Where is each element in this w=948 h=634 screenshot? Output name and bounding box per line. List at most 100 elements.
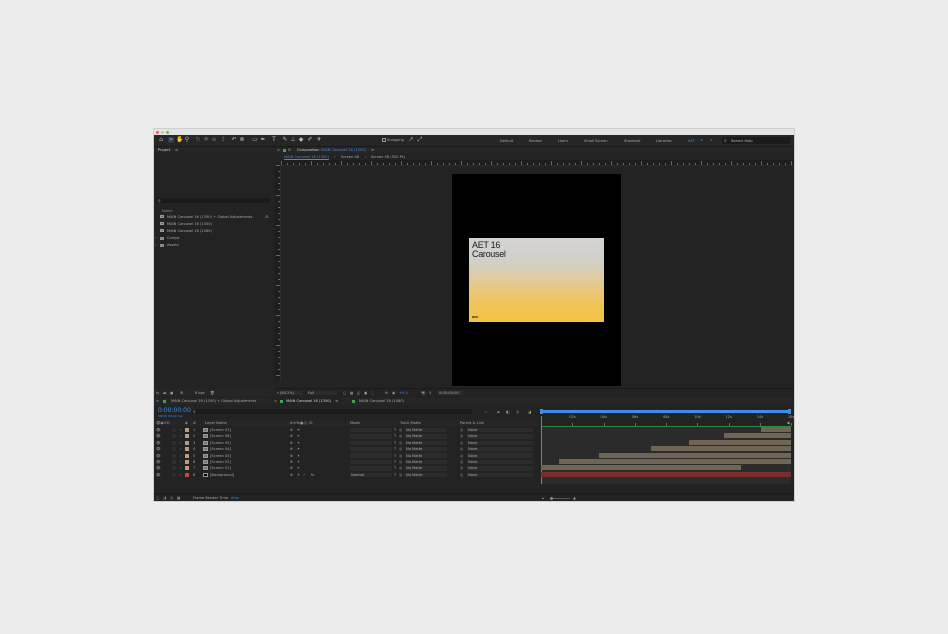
- maximize-window-button[interactable]: [166, 130, 169, 134]
- preserve-transparency-icon[interactable]: T: [394, 428, 396, 432]
- layer-row[interactable]: 👁 › 4 [Screen 04] ⊛ ✶ T ◎ No Matte ◎ Non…: [154, 446, 537, 452]
- parent-dropdown[interactable]: None: [467, 446, 533, 452]
- solo-checkbox[interactable]: [172, 466, 176, 471]
- region-of-interest-icon[interactable]: ▢: [343, 391, 346, 395]
- parent-dropdown[interactable]: None: [467, 434, 533, 439]
- layer-name[interactable]: [Screen 01]: [210, 428, 231, 432]
- matte-link-icon[interactable]: ◎: [399, 454, 402, 458]
- disclosure-triangle-icon[interactable]: ›: [180, 428, 181, 432]
- bpc-label[interactable]: 8 bpc: [195, 391, 205, 395]
- snap-expand-icon[interactable]: ⤢: [417, 136, 423, 143]
- pick-whip-icon[interactable]: ◎: [460, 466, 463, 470]
- layer-duration-bar[interactable]: [541, 471, 791, 477]
- clone-stamp-tool-icon[interactable]: ⊥: [290, 136, 296, 143]
- eraser-tool-icon[interactable]: ◆: [298, 136, 304, 143]
- timeline-tab[interactable]: MAIN Carousel 16 (1080): [346, 398, 416, 405]
- label-color-swatch[interactable]: [185, 472, 189, 477]
- label-color-swatch[interactable]: [185, 453, 189, 458]
- blend-mode-dropdown[interactable]: [350, 453, 392, 458]
- preserve-transparency-icon[interactable]: T: [394, 460, 396, 464]
- comp-button-icon[interactable]: ◉: [787, 421, 790, 425]
- parent-dropdown[interactable]: None: [467, 472, 533, 478]
- visibility-eye-icon[interactable]: 👁: [156, 473, 161, 477]
- visibility-eye-icon[interactable]: 👁: [156, 434, 161, 438]
- anchor-point-tool-icon[interactable]: ⊗: [239, 136, 245, 143]
- layer-name[interactable]: [Background]: [210, 473, 234, 477]
- solo-checkbox[interactable]: [172, 447, 176, 452]
- tab-menu-icon[interactable]: ≡: [335, 399, 338, 403]
- pan-behind-tool-icon[interactable]: ⊕: [211, 136, 217, 143]
- pick-whip-icon[interactable]: ◎: [460, 434, 463, 438]
- matte-link-icon[interactable]: ◎: [399, 473, 402, 477]
- visibility-eye-icon[interactable]: 👁: [156, 447, 161, 451]
- track-matte-dropdown[interactable]: No Matte: [405, 440, 447, 446]
- workspace-aet[interactable]: AET: [688, 139, 695, 143]
- layer-switches-toggle-icon[interactable]: ◫: [156, 496, 159, 500]
- layer-row[interactable]: 👁 › 5 [Screen 03] ⊛ ✶ T ◎ No Matte ◎ Non…: [154, 453, 537, 459]
- disclosure-triangle-icon[interactable]: ›: [180, 434, 181, 438]
- workspace-default[interactable]: Default: [500, 139, 513, 143]
- undo-rotation-icon[interactable]: ↶: [231, 136, 237, 143]
- track-matte-dropdown[interactable]: No Matte: [405, 427, 447, 433]
- puppet-tool-icon[interactable]: ✈: [316, 136, 322, 143]
- work-area-bar[interactable]: [541, 410, 791, 413]
- search-help-field[interactable]: ⚲ Search Help: [722, 137, 790, 144]
- matte-link-icon[interactable]: ◎: [399, 466, 402, 470]
- matte-link-icon[interactable]: ◎: [399, 447, 402, 451]
- rotate-tool-icon[interactable]: ↻: [195, 136, 201, 143]
- project-panel-title[interactable]: Project: [158, 148, 170, 152]
- track-matte-header[interactable]: Track Matte: [400, 421, 421, 425]
- guides-icon[interactable]: ▣: [364, 391, 367, 395]
- layer-duration-bar[interactable]: [761, 427, 791, 432]
- pick-whip-icon[interactable]: ◎: [460, 454, 463, 458]
- layer-name-header[interactable]: Layer Name: [205, 421, 227, 425]
- solo-checkbox[interactable]: [172, 460, 176, 464]
- parent-dropdown[interactable]: None: [467, 459, 533, 465]
- mask-visibility-icon[interactable]: ◰: [357, 391, 360, 395]
- layer-duration-bar[interactable]: [558, 459, 791, 464]
- in-out-toggle-icon[interactable]: ◎: [170, 496, 173, 500]
- project-item[interactable]: › Assets: [154, 242, 273, 248]
- preserve-transparency-icon[interactable]: T: [394, 454, 396, 458]
- disclosure-triangle-icon[interactable]: ›: [180, 466, 181, 470]
- color-management-icon[interactable]: ⊕: [385, 391, 388, 395]
- mode-header[interactable]: Mode: [350, 421, 360, 425]
- layer-name[interactable]: [Screen 02]: [210, 460, 231, 464]
- transparency-grid-icon[interactable]: ▦: [350, 391, 353, 395]
- channel-icon[interactable]: ⬚: [371, 391, 374, 395]
- preserve-transparency-icon[interactable]: T: [394, 466, 396, 470]
- parent-dropdown[interactable]: None: [467, 427, 533, 433]
- comp-flowchart-icon[interactable]: ⤳: [484, 410, 487, 414]
- selection-tool-icon[interactable]: ➤: [168, 136, 174, 143]
- project-settings-icon[interactable]: ⚙: [180, 391, 183, 395]
- label-color-swatch[interactable]: [185, 434, 189, 439]
- project-column-name[interactable]: Name: [162, 209, 173, 213]
- hand-tool-icon[interactable]: ✋: [176, 136, 183, 143]
- preserve-transparency-icon[interactable]: T: [394, 434, 396, 438]
- matte-link-icon[interactable]: ◎: [399, 441, 402, 445]
- layer-duration-bar[interactable]: [688, 439, 791, 445]
- exposure-value[interactable]: +0.0: [399, 391, 408, 395]
- parent-dropdown[interactable]: None: [467, 453, 533, 458]
- blend-mode-dropdown[interactable]: [350, 466, 392, 471]
- shy-switch-icon[interactable]: ⊛: [290, 447, 293, 451]
- project-item[interactable]: MAIN Carousel 16 (1350) + Global Adjustm…: [154, 214, 273, 220]
- composition-panel-comp-name[interactable]: MAIN Carousel 16 (1350): [321, 148, 366, 152]
- shy-switch-icon[interactable]: ⊛: [290, 466, 293, 470]
- pick-whip-icon[interactable]: ◎: [460, 447, 463, 451]
- solo-checkbox[interactable]: [172, 440, 176, 445]
- matte-link-icon[interactable]: ◎: [399, 434, 402, 438]
- switches-header-icons[interactable]: ⊛✶⁄fx▣◎◌⊡: [290, 421, 313, 425]
- workspace-learn[interactable]: Learn: [558, 139, 568, 143]
- snapshot-icon[interactable]: 📷: [421, 391, 425, 395]
- disclosure-triangle-icon[interactable]: ›: [180, 454, 181, 458]
- blend-mode-dropdown[interactable]: [350, 440, 392, 446]
- work-area-start-handle[interactable]: [540, 409, 543, 414]
- lock-icon[interactable]: ⊡: [288, 148, 291, 152]
- time-ruler[interactable]: 02s 04s 06s 08s 10s 12s 14s 16s: [540, 409, 794, 426]
- render-time-toggle-icon[interactable]: ▦: [177, 496, 180, 500]
- type-tool-icon[interactable]: T: [271, 136, 277, 143]
- parent-dropdown[interactable]: None: [467, 440, 533, 446]
- project-panel-menu-icon[interactable]: ≡: [175, 148, 178, 152]
- layer-row[interactable]: 👁 › 8 [Background] ⊛ ✶ ⁄ fx Normal T ◎ N…: [154, 472, 537, 478]
